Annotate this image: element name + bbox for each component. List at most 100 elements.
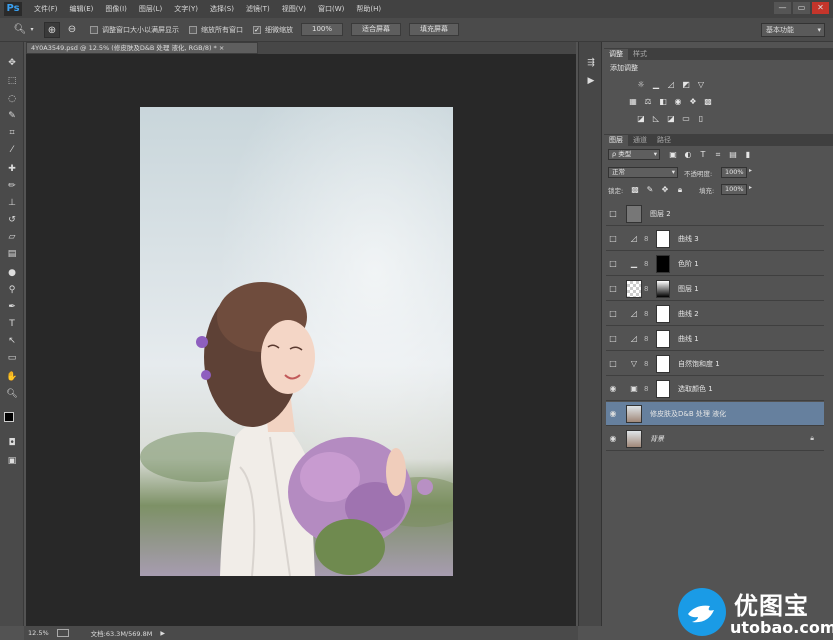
history-panel-icon[interactable]: ⇶ bbox=[584, 58, 598, 70]
zoom-100-button[interactable]: 100% bbox=[301, 23, 344, 36]
invert-icon[interactable]: ◪ bbox=[636, 114, 646, 124]
tab-paths[interactable]: 路径 bbox=[652, 135, 676, 146]
menu-file[interactable]: 文件(F) bbox=[28, 4, 64, 14]
zoom-all-checkbox[interactable]: 缩放所有窗口 bbox=[189, 25, 243, 35]
zoom-level[interactable]: 12.5% bbox=[28, 629, 49, 637]
visibility-off-icon[interactable]: □ bbox=[606, 359, 620, 368]
clone-stamp-tool-icon[interactable]: ⊥ bbox=[4, 196, 20, 210]
gradient-map-icon[interactable]: ▭ bbox=[681, 114, 691, 124]
dodge-tool-icon[interactable]: ⚲ bbox=[4, 283, 20, 297]
eye-icon[interactable]: ◉ bbox=[606, 409, 620, 418]
visibility-off-icon[interactable]: □ bbox=[606, 284, 620, 293]
channel-mixer-icon[interactable]: ❖ bbox=[688, 97, 698, 107]
eye-icon[interactable]: ◉ bbox=[606, 384, 620, 393]
lock-position-icon[interactable]: ✥ bbox=[660, 185, 670, 195]
path-select-tool-icon[interactable]: ↖ bbox=[4, 334, 20, 348]
fill-input[interactable]: 100% bbox=[721, 184, 747, 195]
layer-row[interactable]: ◉ ▣ 8 选取颜色 1 bbox=[606, 377, 824, 401]
color-lookup-icon[interactable]: ▩ bbox=[703, 97, 713, 107]
shape-filter-icon[interactable]: ⌗ bbox=[713, 150, 723, 160]
fill-dropdown-icon[interactable]: ▸ bbox=[749, 184, 752, 191]
menu-filter[interactable]: 滤镜(T) bbox=[240, 4, 276, 14]
layer-row[interactable]: □ ▁ 8 色阶 1 bbox=[606, 252, 824, 276]
close-button[interactable]: ✕ bbox=[812, 2, 829, 14]
menu-view[interactable]: 视图(V) bbox=[276, 4, 312, 14]
zoom-out-icon[interactable]: ⊖ bbox=[64, 22, 80, 38]
color-balance-icon[interactable]: ⚖ bbox=[643, 97, 653, 107]
visibility-off-icon[interactable]: □ bbox=[606, 259, 620, 268]
zoom-tool-preset-icon[interactable]: 🔍︎ bbox=[12, 22, 28, 38]
visibility-off-icon[interactable]: □ bbox=[606, 334, 620, 343]
levels-icon[interactable]: ▁ bbox=[651, 80, 661, 90]
rectangle-tool-icon[interactable]: ▭ bbox=[4, 351, 20, 365]
zoom-tool-icon[interactable]: 🔍︎ bbox=[4, 387, 20, 401]
lasso-tool-icon[interactable]: ◌ bbox=[4, 92, 20, 106]
layer-row[interactable]: □ ▽ 8 自然饱和度 1 bbox=[606, 352, 824, 376]
opacity-input[interactable]: 100% bbox=[721, 167, 747, 178]
tab-layers[interactable]: 图层 bbox=[604, 135, 628, 146]
move-tool-icon[interactable]: ✥ bbox=[4, 56, 20, 70]
pen-tool-icon[interactable]: ✒ bbox=[4, 300, 20, 314]
filter-toggle-icon[interactable]: ▮ bbox=[743, 150, 753, 160]
layer-row[interactable]: ◉ 背景 🔒︎ bbox=[606, 427, 824, 451]
checkbox-checked[interactable]: ✓ bbox=[253, 25, 261, 34]
vibrance-icon[interactable]: ▽ bbox=[696, 80, 706, 90]
layer-row[interactable]: □ ◿ 8 曲线 1 bbox=[606, 327, 824, 351]
pixel-filter-icon[interactable]: ▣ bbox=[668, 150, 678, 160]
curves-icon[interactable]: ◿ bbox=[666, 80, 676, 90]
scrubby-zoom-checkbox[interactable]: ✓ 细微缩放 bbox=[253, 25, 293, 35]
hue-saturation-icon[interactable]: ▦ bbox=[628, 97, 638, 107]
quick-select-tool-icon[interactable]: ✎ bbox=[4, 109, 20, 123]
type-tool-icon[interactable]: T bbox=[4, 317, 20, 331]
checkbox-box[interactable] bbox=[90, 25, 98, 34]
menu-help[interactable]: 帮助(H) bbox=[350, 4, 387, 14]
actions-panel-icon[interactable]: ▶ bbox=[584, 76, 598, 88]
workspace-select[interactable]: 基本功能 ▾ bbox=[761, 23, 825, 37]
black-white-icon[interactable]: ◧ bbox=[658, 97, 668, 107]
eraser-tool-icon[interactable]: ▱ bbox=[4, 230, 20, 244]
menu-type[interactable]: 文字(Y) bbox=[168, 4, 204, 14]
gradient-tool-icon[interactable]: ▤ bbox=[4, 247, 20, 261]
foreground-color-swatch[interactable] bbox=[4, 412, 14, 422]
adjustment-filter-icon[interactable]: ◐ bbox=[683, 150, 693, 160]
zoom-in-icon[interactable]: ⊕ bbox=[44, 21, 60, 38]
brush-tool-icon[interactable]: ✏ bbox=[4, 179, 20, 193]
fill-screen-button[interactable]: 填充屏幕 bbox=[409, 23, 460, 36]
menu-layer[interactable]: 图层(L) bbox=[133, 4, 168, 14]
marquee-tool-icon[interactable]: ⬚ bbox=[4, 74, 20, 88]
layer-filter-select[interactable]: ρ 类型 ▾ bbox=[608, 149, 660, 160]
healing-brush-tool-icon[interactable]: ✚ bbox=[4, 162, 20, 176]
screen-mode-icon[interactable]: ▣ bbox=[4, 454, 20, 468]
eye-icon[interactable]: ◉ bbox=[606, 434, 620, 443]
crop-tool-icon[interactable]: ⌗ bbox=[4, 126, 20, 140]
photo-filter-icon[interactable]: ◉ bbox=[673, 97, 683, 107]
tab-adjustments[interactable]: 调整 bbox=[604, 49, 628, 60]
visibility-off-icon[interactable]: □ bbox=[606, 209, 620, 218]
menu-window[interactable]: 窗口(W) bbox=[312, 4, 350, 14]
layer-row[interactable]: □ 图层 2 bbox=[606, 202, 824, 226]
exposure-icon[interactable]: ◩ bbox=[681, 80, 691, 90]
lock-transparent-icon[interactable]: ▩ bbox=[630, 185, 640, 195]
layer-row[interactable]: □ ◿ 8 曲线 3 bbox=[606, 227, 824, 251]
lock-all-icon[interactable]: 🔒︎ bbox=[675, 185, 685, 195]
history-brush-tool-icon[interactable]: ↺ bbox=[4, 213, 20, 227]
fit-screen-button[interactable]: 适合屏幕 bbox=[351, 23, 402, 36]
maximize-button[interactable]: ▭ bbox=[793, 2, 810, 14]
document-image[interactable] bbox=[140, 107, 453, 576]
lock-pixels-icon[interactable]: ✎ bbox=[645, 185, 655, 195]
layer-row[interactable]: □ 8 图层 1 bbox=[606, 277, 824, 301]
blur-tool-icon[interactable]: ● bbox=[4, 266, 20, 280]
tab-channels[interactable]: 通道 bbox=[628, 135, 652, 146]
menu-image[interactable]: 图像(I) bbox=[99, 4, 133, 14]
blend-mode-select[interactable]: 正常 ▾ bbox=[608, 167, 678, 178]
layer-row[interactable]: □ ◿ 8 曲线 2 bbox=[606, 302, 824, 326]
quick-mask-icon[interactable]: ◘ bbox=[4, 436, 20, 450]
type-filter-icon[interactable]: T bbox=[698, 150, 708, 160]
eyedropper-tool-icon[interactable]: ⁄ bbox=[4, 143, 20, 157]
hand-tool-icon[interactable]: ✋ bbox=[4, 370, 20, 384]
menu-select[interactable]: 选择(S) bbox=[204, 4, 240, 14]
document-tab[interactable]: 4Y0A3549.psd @ 12.5% (修皮肤及D&B 处理 液化, RGB… bbox=[26, 42, 258, 54]
minimize-button[interactable]: — bbox=[774, 2, 791, 14]
layer-row-selected[interactable]: ◉ 修皮肤及D&B 处理 液化 bbox=[606, 402, 824, 426]
visibility-off-icon[interactable]: □ bbox=[606, 234, 620, 243]
